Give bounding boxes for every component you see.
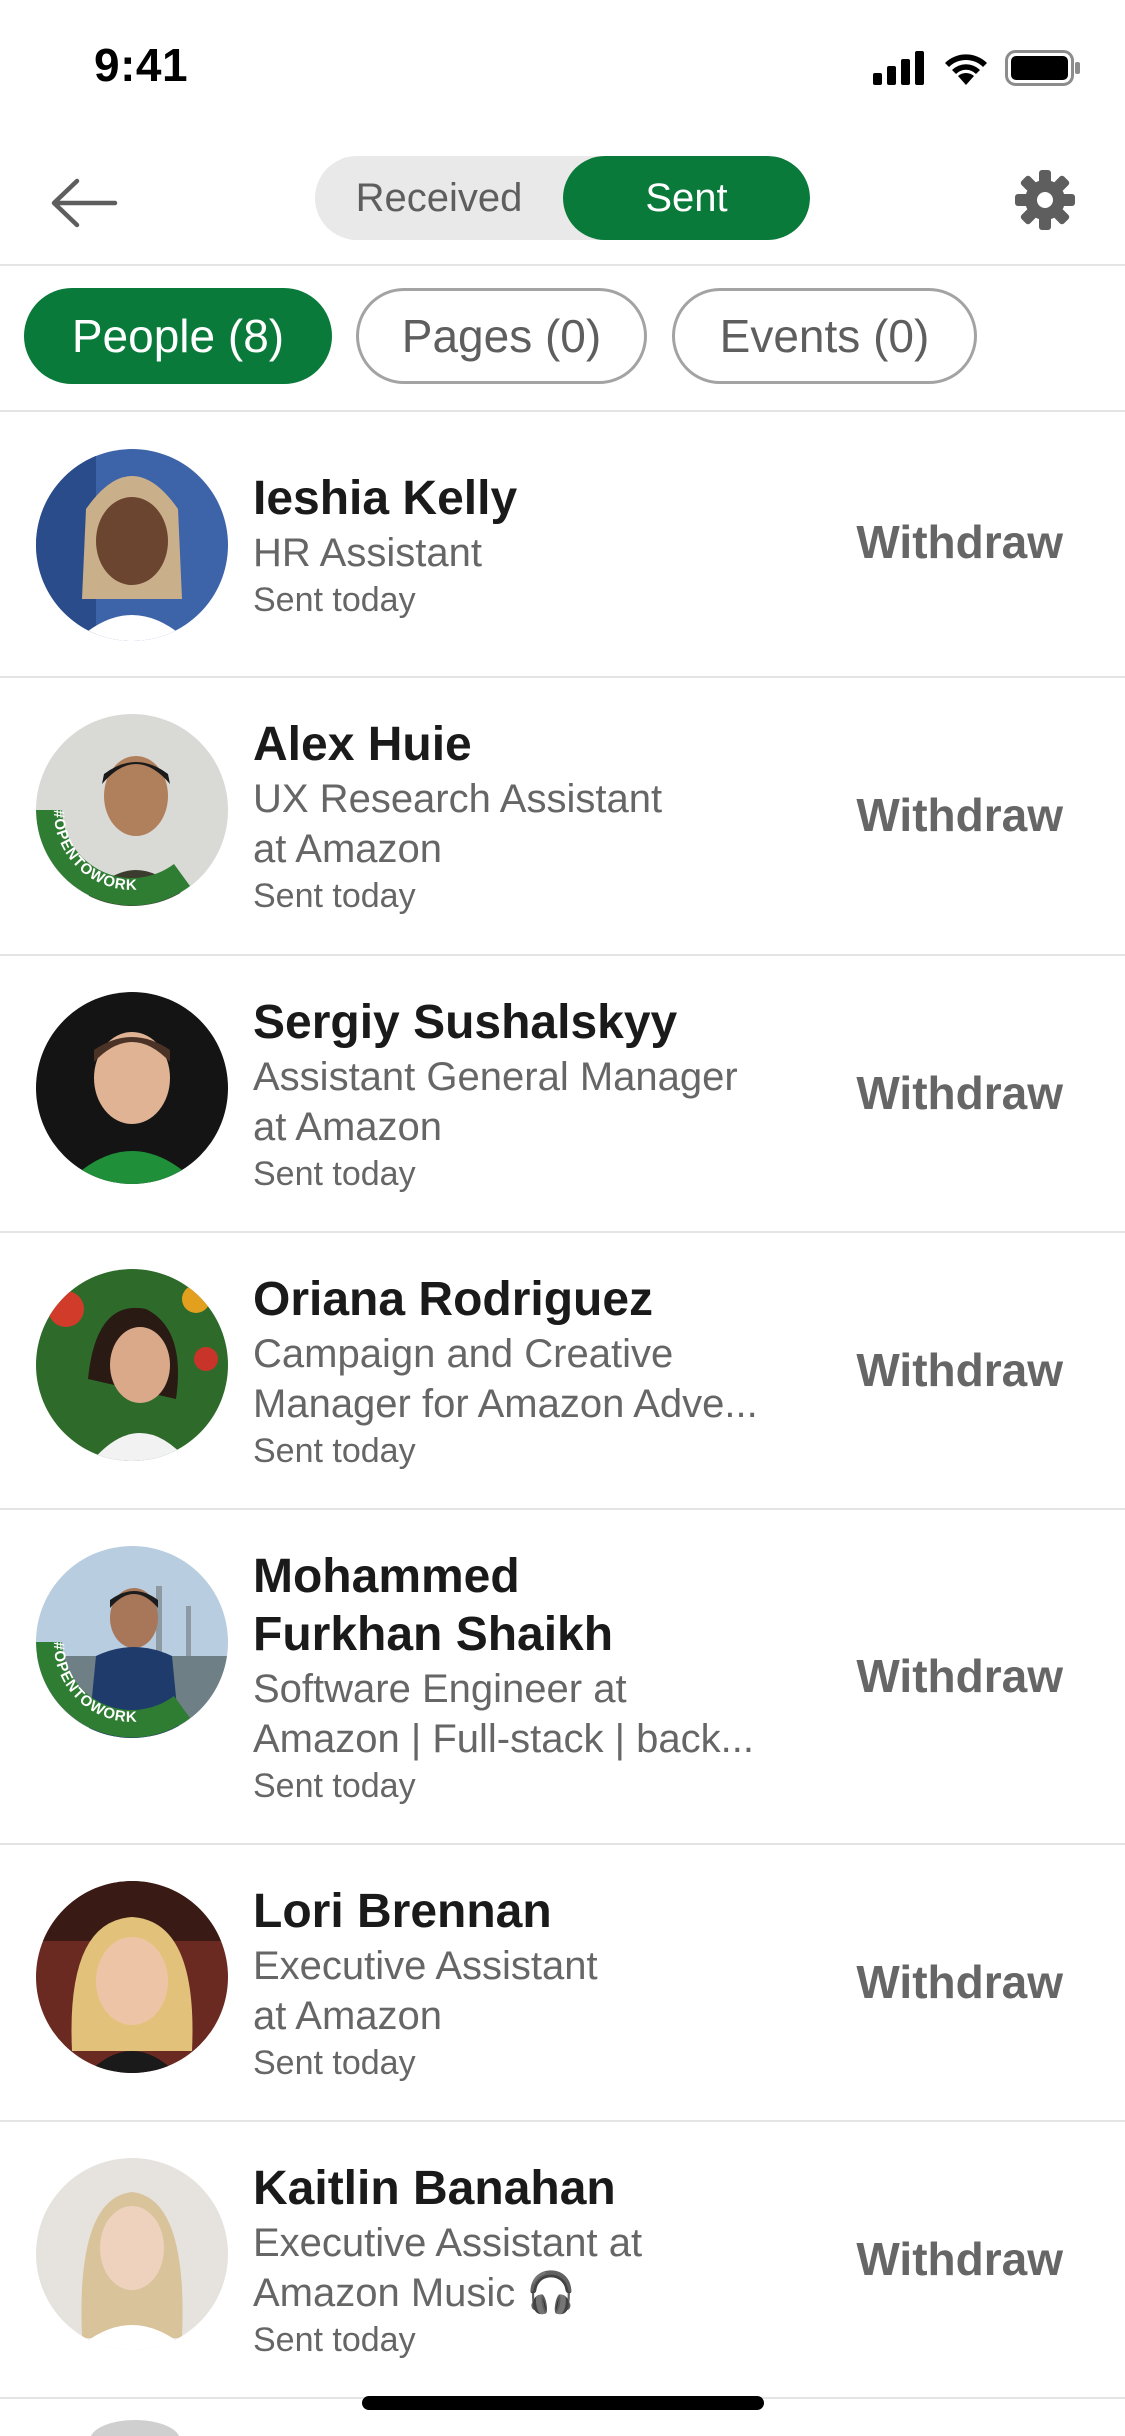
avatar[interactable] — [36, 1269, 228, 1461]
invitation-info: Kaitlin Banahan Executive Assistant at A… — [253, 2160, 813, 2362]
person-name: Alex Huie — [253, 718, 472, 771]
chip-people[interactable]: People (8) — [24, 288, 332, 384]
settings-button[interactable] — [1005, 162, 1085, 242]
person-headline: Executive Assistant — [253, 1944, 598, 1988]
withdraw-button[interactable]: Withdraw — [856, 788, 1063, 842]
person-headline: Amazon | Full-stack | back... — [253, 1717, 754, 1761]
filter-chips: People (8) Pages (0) Events (0) — [0, 266, 1125, 412]
chip-events[interactable]: Events (0) — [672, 288, 977, 384]
invitation-info: Alex Huie UX Research Assistant at Amazo… — [253, 716, 813, 918]
person-name: Oriana Rodriguez — [253, 1273, 654, 1326]
person-headline: Assistant General Manager — [253, 1055, 738, 1099]
avatar[interactable] — [36, 449, 228, 641]
sent-time: Sent today — [253, 2044, 416, 2082]
tab-received[interactable]: Received — [315, 156, 563, 240]
invitation-info: Lori Brennan Executive Assistant at Amaz… — [253, 1883, 813, 2085]
person-headline: at Amazon — [253, 827, 443, 871]
withdraw-button[interactable]: Withdraw — [856, 2232, 1063, 2286]
cellular-signal-icon — [873, 51, 927, 90]
top-nav: Received Sent — [0, 140, 1125, 266]
status-bar: 9:41 — [0, 0, 1125, 140]
wifi-icon — [943, 51, 989, 90]
list-item[interactable]: Oriana Rodriguez Campaign and Creative M… — [0, 1233, 1125, 1510]
person-name: Sergiy Sushalskyy — [253, 996, 678, 1049]
list-item[interactable]: Lori Brennan Executive Assistant at Amaz… — [0, 1845, 1125, 2122]
person-headline: UX Research Assistant — [253, 777, 663, 821]
person-headline: Amazon Music 🎧 — [253, 2271, 577, 2315]
invitation-info: Ieshia Kelly HR Assistant Sent today — [253, 470, 813, 622]
sent-time: Sent today — [253, 877, 416, 915]
list-item[interactable]: #OPENTOWORK Alex Huie UX Research Assist… — [0, 678, 1125, 956]
person-name: Mohammed — [253, 1550, 520, 1603]
avatar[interactable] — [36, 2158, 228, 2350]
person-headline: Campaign and Creative — [253, 1332, 674, 1376]
withdraw-button[interactable]: Withdraw — [856, 1343, 1063, 1397]
list-item[interactable]: Ieshia Kelly HR Assistant Sent today Wit… — [0, 412, 1125, 678]
back-arrow-icon — [49, 178, 119, 233]
invitation-info: Mohammed Furkhan Shaikh Software Enginee… — [253, 1548, 813, 1808]
sent-time: Sent today — [253, 1767, 416, 1805]
person-name: Furkhan Shaikh — [253, 1608, 614, 1661]
avatar — [90, 2420, 180, 2436]
sent-time: Sent today — [253, 1432, 416, 1470]
person-headline: HR Assistant — [253, 531, 482, 575]
battery-icon — [1005, 50, 1081, 91]
avatar[interactable] — [36, 992, 228, 1184]
invitation-info: Oriana Rodriguez Campaign and Creative M… — [253, 1271, 813, 1473]
tab-sent[interactable]: Sent — [563, 156, 810, 240]
person-headline: Executive Assistant at — [253, 2221, 643, 2265]
avatar[interactable]: #OPENTOWORK — [36, 1546, 228, 1738]
withdraw-button[interactable]: Withdraw — [856, 515, 1063, 569]
status-time: 9:41 — [94, 39, 189, 91]
chip-pages[interactable]: Pages (0) — [356, 288, 647, 384]
person-headline: at Amazon — [253, 1994, 443, 2038]
back-button[interactable] — [44, 170, 124, 240]
sent-invitations-list: Ieshia Kelly HR Assistant Sent today Wit… — [0, 412, 1125, 2399]
invitation-info: Sergiy Sushalskyy Assistant General Mana… — [253, 994, 813, 1196]
person-headline: Manager for Amazon Adve... — [253, 1382, 758, 1426]
sent-time: Sent today — [253, 581, 416, 619]
person-name: Ieshia Kelly — [253, 472, 518, 525]
person-headline: Software Engineer at — [253, 1667, 627, 1711]
withdraw-button[interactable]: Withdraw — [856, 1066, 1063, 1120]
list-item[interactable]: Sergiy Sushalskyy Assistant General Mana… — [0, 956, 1125, 1233]
sent-time: Sent today — [253, 1155, 416, 1193]
received-sent-toggle: Received Sent — [315, 156, 810, 240]
home-indicator — [362, 2396, 764, 2410]
status-icons — [873, 50, 1081, 91]
withdraw-button[interactable]: Withdraw — [856, 1955, 1063, 2009]
sent-time: Sent today — [253, 2321, 416, 2359]
list-item[interactable]: Kaitlin Banahan Executive Assistant at A… — [0, 2122, 1125, 2399]
person-name: Kaitlin Banahan — [253, 2162, 616, 2215]
person-headline: at Amazon — [253, 1105, 443, 1149]
list-item[interactable]: #OPENTOWORK Mohammed Furkhan Shaikh Soft… — [0, 1510, 1125, 1845]
gear-icon — [1013, 168, 1077, 237]
screen: 9:41 Received Sent People (8) Pages (0) … — [0, 0, 1125, 2436]
withdraw-button[interactable]: Withdraw — [856, 1649, 1063, 1703]
person-name: Lori Brennan — [253, 1885, 552, 1938]
avatar[interactable]: #OPENTOWORK — [36, 714, 228, 906]
avatar[interactable] — [36, 1881, 228, 2073]
